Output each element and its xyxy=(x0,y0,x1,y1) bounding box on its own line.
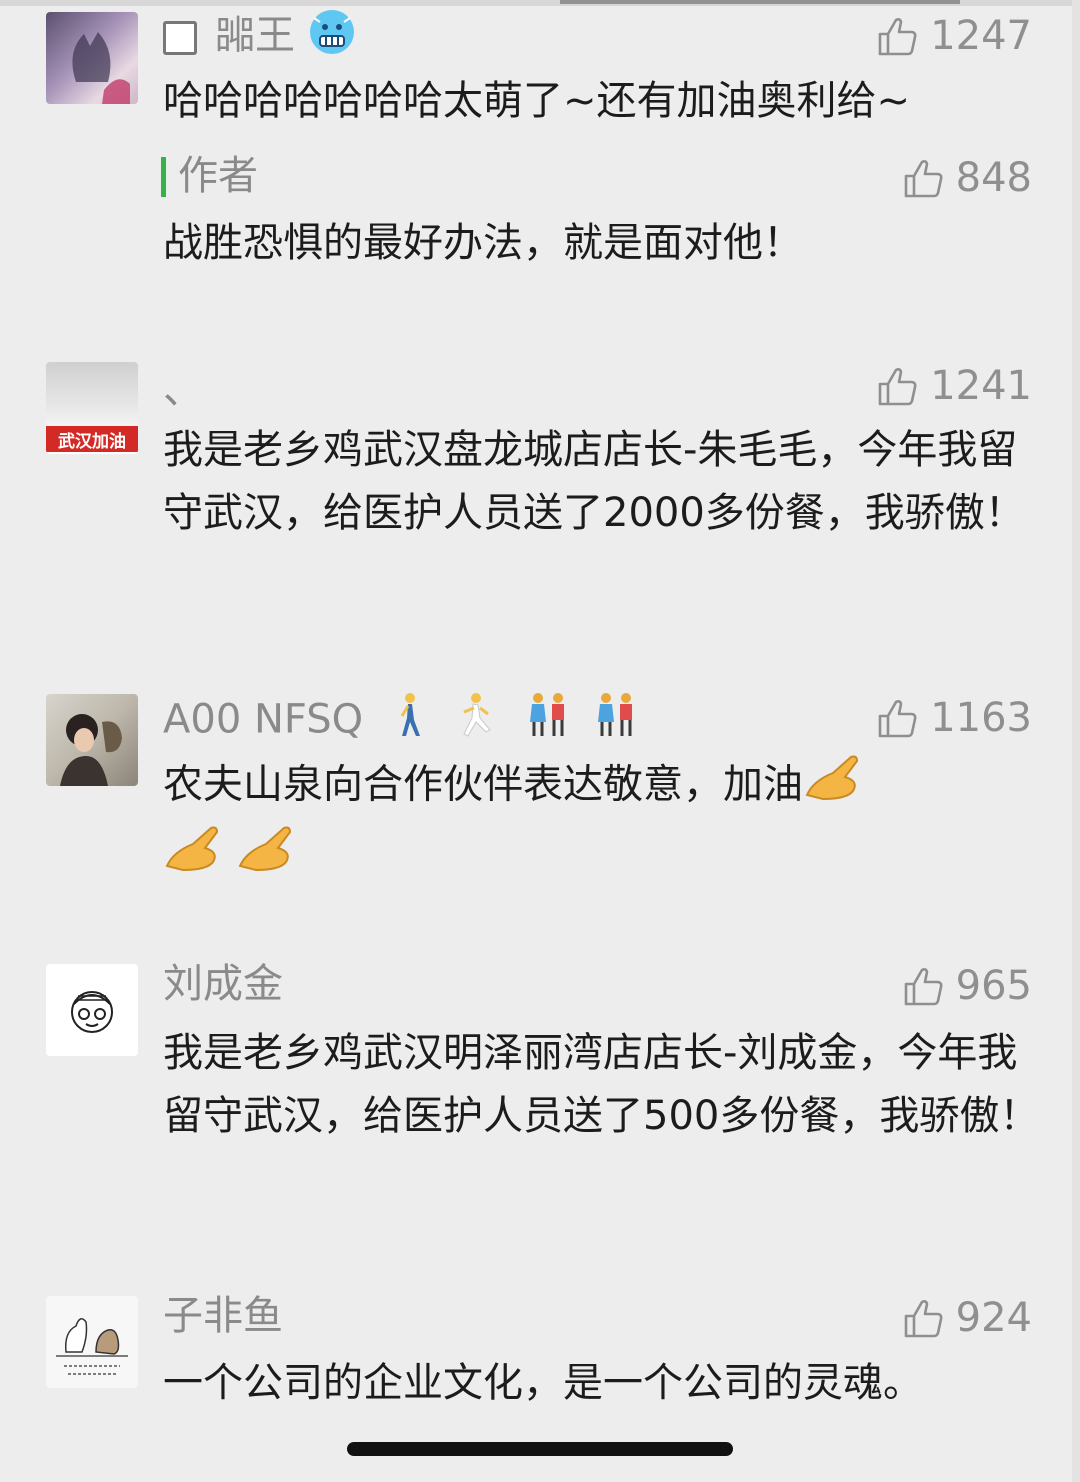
home-indicator[interactable] xyxy=(347,1442,733,1456)
couple-holding-hands-emoji-icon xyxy=(529,693,564,736)
checkbox-icon xyxy=(163,20,197,55)
thumbs-up-icon xyxy=(904,968,943,1006)
author-label: 作者 xyxy=(178,153,258,199)
avatar[interactable] xyxy=(46,694,138,786)
avatar[interactable] xyxy=(46,12,138,104)
comment-text: 农夫山泉向合作伙伴表达敬意，加油 xyxy=(163,751,1043,893)
comment-text: 我是老乡鸡武汉盘龙城店店长-朱毛毛，今年我留守武汉，给医护人员送了2000多份餐… xyxy=(163,427,1025,536)
like-count: 924 xyxy=(955,1295,1032,1341)
reply-like-button[interactable]: 848 xyxy=(902,154,1032,202)
bowing-hand-emoji-icon xyxy=(803,751,863,822)
username[interactable]: A00 NFSQ xyxy=(163,690,664,753)
avatar[interactable] xyxy=(46,1296,138,1388)
author-reply-bar xyxy=(161,157,166,197)
like-button[interactable]: 965 xyxy=(902,962,1032,1010)
cold-face-emoji-icon xyxy=(308,8,356,67)
username[interactable]: 、 xyxy=(163,366,203,414)
bowing-hand-emoji-icon xyxy=(236,822,296,893)
comment-text: 哈哈哈哈哈哈哈太萌了~还有加油奥利给~ xyxy=(163,78,911,124)
like-count: 1163 xyxy=(930,695,1032,741)
like-button[interactable]: 924 xyxy=(902,1294,1032,1342)
thumbs-up-icon xyxy=(878,368,917,406)
avatar[interactable]: 武汉加油 xyxy=(46,362,138,454)
thumbs-up-icon xyxy=(878,18,917,56)
thumbs-up-icon xyxy=(904,160,943,198)
avatar[interactable] xyxy=(46,964,138,1056)
like-button[interactable]: 1241 xyxy=(876,362,1032,410)
thumbs-up-icon xyxy=(878,700,917,738)
like-count: 965 xyxy=(955,963,1032,1009)
username[interactable]: 刘成金 xyxy=(163,960,283,1008)
couple-holding-hands-emoji-icon xyxy=(597,693,632,736)
like-count: 848 xyxy=(955,155,1032,201)
username[interactable]: 嘂王 xyxy=(163,8,356,67)
author-reply-text: 战胜恐惧的最好办法，就是面对他！ xyxy=(163,220,803,266)
person-walking-emoji-icon xyxy=(400,693,420,736)
comment-text: 一个公司的企业文化，是一个公司的灵魂。 xyxy=(163,1360,923,1406)
bowing-hand-emoji-icon xyxy=(163,822,223,893)
username[interactable]: 子非鱼 xyxy=(163,1292,283,1340)
top-strip xyxy=(0,0,1080,6)
person-running-emoji-icon xyxy=(463,693,491,737)
like-count: 1247 xyxy=(930,13,1032,59)
avatar-caption: 武汉加油 xyxy=(58,431,126,452)
like-button[interactable]: 1163 xyxy=(876,694,1032,742)
scrollbar[interactable] xyxy=(1072,0,1080,1482)
like-count: 1241 xyxy=(930,363,1032,409)
like-button[interactable]: 1247 xyxy=(876,12,1032,60)
comment-text: 我是老乡鸡武汉明泽丽湾店店长-刘成金，今年我留守武汉，给医护人员送了500多份餐… xyxy=(163,1030,1040,1139)
thumbs-up-icon xyxy=(904,1300,943,1338)
emoji-row xyxy=(394,690,664,753)
